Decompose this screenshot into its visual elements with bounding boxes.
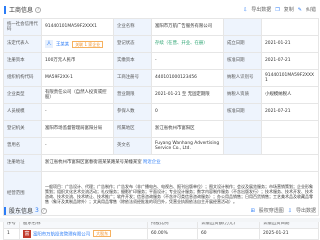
field-label [223,18,262,36]
field-value: MA59F2XX-1 [41,69,114,87]
export-data-button[interactable]: 导出数据 [251,6,271,13]
subscribed-date: 2025-01-21 [259,227,319,240]
shareholder-name-link[interactable]: 富阳市万航投资管理有限公司 [33,232,90,237]
row-index: 1 [3,227,20,240]
shareholder-count: 3 [35,207,39,214]
field-value: 有限责任公司（自然人投资或控股） [41,86,114,104]
section-divider [0,218,320,222]
field-value: Fuyang Wanhang Advertising Service Co., … [151,137,224,155]
field-label: 人员规模 [3,103,42,121]
info-row: 曾用名 - 英文名 Fuyang Wanhang Advertising Servic… [3,137,319,155]
field-label: 工商注册号 [113,69,152,87]
field-value: 91440101MA59F2XXX1 [261,69,319,87]
section-accent-bar [4,5,6,14]
legal-representative-link[interactable]: 王某某 [56,43,69,48]
equity-chart-icon[interactable]: ⊞ [251,208,255,214]
field-value: 2021-01-21 [261,35,319,53]
info-row: 企业类型 有限责任公司（自然人投资或控股） 营业期限 2021-01-21 至 无固定… [3,86,319,104]
person-avatar: 人 [45,40,53,48]
shareholder-info-header: 股东信息 3 ? ⊞ 股权穿透图 ⇩ 导出数据 [0,203,320,218]
field-label [223,137,262,155]
section-toolbar: ⊞ 股权穿透图 ⇩ 导出数据 [251,207,316,215]
info-row: 法定代表人人王某某 关联 1 家企业 登记状态 存续（在营、开业、在册） 成立日期 202… [3,35,319,53]
field-label: 统一社会信用代码 [3,18,42,36]
field-label: 企业名称 [113,18,152,36]
field-label: 实缴资本 [113,52,152,70]
address-value: 浙江省杭州市富阳区富春街道某某路某号某幢某室 附近企业 [41,154,319,172]
address-text[interactable]: 浙江省杭州市富阳区富春街道某某路某号某幢某室 [45,160,142,165]
field-label: 核准日期 [223,103,262,121]
info-row: 注册资本 100万元人民币 实缴资本 - 核准日期 2021-07-21 [3,52,319,70]
field-value: 440101000123456 [151,69,224,87]
subscribed-amount: 60 [197,227,260,240]
business-info-header: 工商信息 ? ⇩ 导出数据 ❐ 复制 ✎ 纠错 [0,2,320,17]
field-value: 2021-01-21 至 无固定期限 [151,86,224,104]
export-icon[interactable]: ⇩ [243,7,247,13]
field-value [261,18,319,36]
shareholder-row[interactable]: 1 富富阳市万航投资管理有限公司 大股东 60.00% 60 2025-01-21 [3,227,319,240]
field-label [223,120,262,138]
field-value [261,137,319,155]
shareholder-name-cell: 富富阳市万航投资管理有限公司 大股东 [19,227,148,240]
field-label: 登记状态 [113,35,152,53]
help-icon[interactable]: ? [40,207,47,214]
address-label: 注册地址 [3,154,42,172]
nearby-companies-link[interactable]: 附近企业 [143,160,161,165]
field-label: 纳税人识别号 [223,69,262,87]
field-value: - [41,103,114,121]
shareholder-logo: 富 [23,229,31,238]
field-value: 91440101MA59F2XXX1 [41,18,114,36]
field-value: - [41,137,114,155]
info-row: 统一社会信用代码 91440101MA59F2XXX1 企业名称 富阳市万航广告服务有… [3,18,319,36]
field-label: 登记机关 [3,120,42,138]
address-row: 注册地址 浙江省杭州市富阳区富春街道某某路某号某幢某室 附近企业 [3,154,319,172]
field-value: 浙江省杭州市富阳区 [151,120,224,138]
shareholder-table: 序号 股东名称 持股比例 认缴出资额(万元) 认缴出资日期 1 富富阳市万航投资管… [3,219,319,240]
section-title: 股东信息 [9,208,34,215]
share-ratio: 60.00% [147,227,198,240]
section-accent-bar [4,206,6,215]
business-info-table: 统一社会信用代码 91440101MA59F2XXX1 企业名称 富阳市万航广告服务有… [3,18,319,216]
section-title: 工商信息 [9,7,34,14]
field-value: - [151,52,224,70]
field-label: 注册资本 [3,52,42,70]
field-label: 法定代表人 [3,35,42,53]
field-value: 2021-07-21 [261,103,319,121]
field-value: 存续（在营、开业、在册） [151,35,224,53]
correct-icon[interactable]: ✎ [298,7,302,13]
field-value: 富阳市万航广告服务有限公司 [151,18,224,36]
field-value: 富阳市场监督管理局富阳分局 [41,120,114,138]
field-label: 核准日期 [223,52,262,70]
field-value: 小规模纳税人 [261,86,319,104]
copy-button[interactable]: 复制 [284,6,294,13]
field-value: 0 [151,103,224,121]
field-label: 成立日期 [223,35,262,53]
field-value [261,120,319,138]
field-value: 人王某某 关联 1 家企业 [41,35,114,53]
field-label: 曾用名 [3,137,42,155]
field-value: 2021-07-21 [261,52,319,70]
field-label: 组织机构代码 [3,69,42,87]
section-toolbar: ⇩ 导出数据 ❐ 复制 ✎ 纠错 [243,6,316,14]
field-label: 纳税人资质 [223,86,262,104]
field-label: 所属地区 [113,120,152,138]
info-row: 组织机构代码 MA59F2XX-1 工商注册号 440101000123456 纳税人识… [3,69,319,87]
info-row: 登记机关 富阳市场监督管理局富阳分局 所属地区 浙江省杭州市富阳区 [3,120,319,138]
related-companies-badge[interactable]: 关联 1 家企业 [72,40,104,48]
field-label: 营业期限 [113,86,152,104]
export-data-button[interactable]: 导出数据 [296,207,316,214]
equity-chart-button[interactable]: 股权穿透图 [259,207,284,214]
info-row: 人员规模 - 参保人数 0 核准日期 2021-07-21 [3,103,319,121]
field-label: 参保人数 [113,103,152,121]
major-shareholder-badge: 大股东 [93,230,112,237]
copy-icon[interactable]: ❐ [275,7,279,13]
field-value: 100万元人民币 [41,52,114,70]
field-label: 英文名 [113,137,152,155]
correction-button[interactable]: 纠错 [306,6,316,13]
export-icon[interactable]: ⇩ [288,208,292,214]
field-label: 企业类型 [3,86,42,104]
help-icon[interactable]: ? [35,6,42,13]
status-value: 存续（在营、开业、在册） [155,41,208,47]
